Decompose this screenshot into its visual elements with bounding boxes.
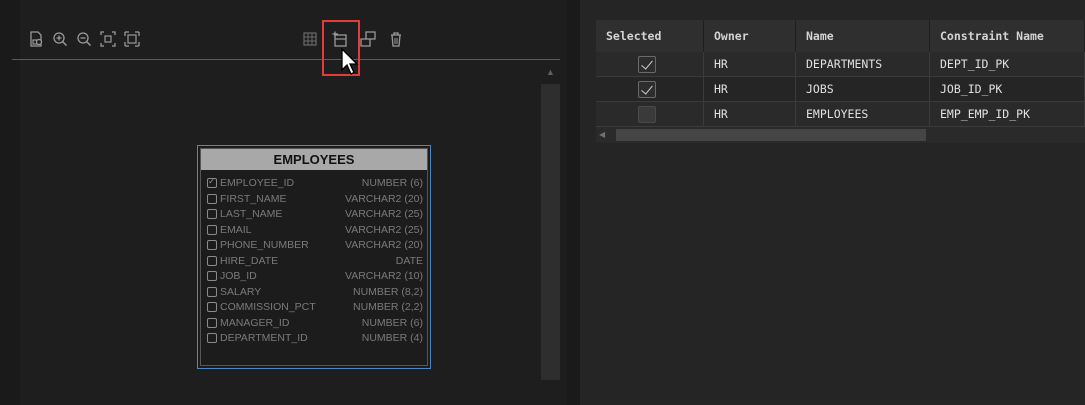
toolbar-divider <box>12 59 560 60</box>
selected-checkbox[interactable] <box>638 56 656 73</box>
scrollbar-thumb[interactable] <box>616 129 926 141</box>
pane-divider[interactable] <box>567 0 580 405</box>
column-type: DATE <box>395 254 423 267</box>
cell-constraint-name: EMP_EMP_ID_PK <box>930 102 1085 127</box>
horizontal-scrollbar[interactable]: ◀ <box>596 127 1085 143</box>
diagram-toolbar <box>20 28 560 56</box>
column-name: HIRE_DATE <box>220 254 279 267</box>
column-type: NUMBER (6) <box>361 316 423 329</box>
column-name: MANAGER_ID <box>220 316 290 329</box>
column-checkbox[interactable] <box>207 286 217 297</box>
diagram-pane: ▲ EMPLOYEES EMPLOYEE_ID NUMBER (6) FIRST_N… <box>0 0 567 405</box>
table-icon[interactable] <box>299 28 321 50</box>
scroll-left-icon[interactable]: ◀ <box>599 127 605 143</box>
mouse-cursor-icon <box>340 47 360 76</box>
entity-column-row[interactable]: MANAGER_ID NUMBER (6) <box>205 316 423 332</box>
entity-column-row[interactable]: COMMISSION_PCT NUMBER (2,2) <box>205 300 423 316</box>
save-image-icon[interactable] <box>25 28 47 50</box>
selected-checkbox[interactable] <box>638 106 656 123</box>
column-name: PHONE_NUMBER <box>220 239 309 251</box>
fit-to-window-icon[interactable] <box>97 28 119 50</box>
column-name: SALARY <box>220 285 262 298</box>
entity-column-row[interactable]: FIRST_NAME VARCHAR2 (20) <box>205 192 423 208</box>
column-checkbox[interactable] <box>207 302 217 312</box>
layout-icon[interactable] <box>357 28 379 50</box>
table-row[interactable]: HR DEPARTMENTS DEPT_ID_PK <box>596 52 1085 77</box>
entity-frame: EMPLOYEES EMPLOYEE_ID NUMBER (6) FIRST_NAM… <box>200 148 428 366</box>
scroll-up-icon[interactable]: ▲ <box>541 62 560 82</box>
entity-box[interactable]: EMPLOYEES EMPLOYEE_ID NUMBER (6) FIRST_NAM… <box>197 145 431 369</box>
column-name: LAST_NAME <box>220 208 283 220</box>
column-type: NUMBER (4) <box>361 332 423 344</box>
column-checkbox[interactable] <box>207 176 217 188</box>
column-checkbox[interactable] <box>207 271 217 281</box>
column-type: NUMBER (6) <box>361 177 423 189</box>
entity-column-row[interactable]: HIRE_DATE DATE <box>205 254 423 270</box>
entity-column-row[interactable]: EMPLOYEE_ID NUMBER (6) <box>205 176 423 192</box>
column-name: COMMISSION_PCT <box>220 301 316 313</box>
table-row[interactable]: HR JOBS JOB_ID_PK <box>596 77 1085 102</box>
cell-owner: HR <box>704 102 796 127</box>
column-checkbox[interactable] <box>207 240 217 250</box>
zoom-in-icon[interactable] <box>49 28 71 50</box>
table-row[interactable]: HR EMPLOYEES EMP_EMP_ID_PK <box>596 102 1085 127</box>
column-checkbox[interactable] <box>207 333 217 343</box>
entity-columns: EMPLOYEE_ID NUMBER (6) FIRST_NAME VARCHAR2 … <box>205 176 423 347</box>
entity-title: EMPLOYEES <box>201 149 427 170</box>
selected-checkbox[interactable] <box>638 81 656 98</box>
constraints-table: Selected Owner Name Constraint Name HR DE… <box>596 20 1085 143</box>
column-checkbox[interactable] <box>207 209 217 219</box>
column-type: NUMBER (2,2) <box>352 301 423 313</box>
column-type: VARCHAR2 (25) <box>345 223 423 236</box>
column-checkbox[interactable] <box>207 255 217 266</box>
entity-column-row[interactable]: JOB_ID VARCHAR2 (10) <box>205 269 423 285</box>
delete-icon[interactable] <box>385 28 407 50</box>
column-type: VARCHAR2 (20) <box>345 239 423 251</box>
column-name: FIRST_NAME <box>220 192 287 205</box>
entity-column-row[interactable]: SALARY NUMBER (8,2) <box>205 285 423 301</box>
zoom-out-icon[interactable] <box>73 28 95 50</box>
table-header: Selected Owner Name Constraint Name <box>596 20 1085 52</box>
vertical-scrollbar[interactable] <box>541 84 560 380</box>
cell-constraint-name: DEPT_ID_PK <box>930 52 1085 77</box>
cell-name: DEPARTMENTS <box>796 52 930 77</box>
column-name: EMAIL <box>220 223 252 236</box>
column-type: VARCHAR2 (25) <box>345 208 423 220</box>
entity-column-row[interactable]: EMAIL VARCHAR2 (25) <box>205 223 423 239</box>
cell-selected <box>596 52 704 77</box>
cell-owner: HR <box>704 77 796 102</box>
column-name: JOB_ID <box>220 270 257 282</box>
entity-column-row[interactable]: DEPARTMENT_ID NUMBER (4) <box>205 331 423 347</box>
cell-owner: HR <box>704 52 796 77</box>
cell-selected <box>596 102 704 127</box>
cell-name: EMPLOYEES <box>796 102 930 127</box>
cell-name: JOBS <box>796 77 930 102</box>
table-body: HR DEPARTMENTS DEPT_ID_PK HR JOBS JOB_ID_PK HR… <box>596 52 1085 127</box>
cell-constraint-name: JOB_ID_PK <box>930 77 1085 102</box>
entity-column-row[interactable]: PHONE_NUMBER VARCHAR2 (20) <box>205 238 423 254</box>
header-name[interactable]: Name <box>796 20 930 52</box>
column-name: DEPARTMENT_ID <box>220 332 308 344</box>
cell-selected <box>596 77 704 102</box>
left-gutter <box>0 0 20 405</box>
column-checkbox[interactable] <box>207 317 217 328</box>
column-type: VARCHAR2 (10) <box>345 270 423 282</box>
header-owner[interactable]: Owner <box>704 20 796 52</box>
column-checkbox[interactable] <box>207 193 217 204</box>
entity-column-row[interactable]: LAST_NAME VARCHAR2 (25) <box>205 207 423 223</box>
column-name: EMPLOYEE_ID <box>220 177 295 189</box>
column-type: VARCHAR2 (20) <box>345 192 423 205</box>
header-constraint-name[interactable]: Constraint Name <box>930 20 1085 52</box>
constraints-pane: Selected Owner Name Constraint Name HR DE… <box>580 0 1085 405</box>
column-checkbox[interactable] <box>207 224 217 235</box>
header-selected[interactable]: Selected <box>596 20 704 52</box>
column-type: NUMBER (8,2) <box>352 285 423 298</box>
actual-size-icon[interactable] <box>121 28 143 50</box>
